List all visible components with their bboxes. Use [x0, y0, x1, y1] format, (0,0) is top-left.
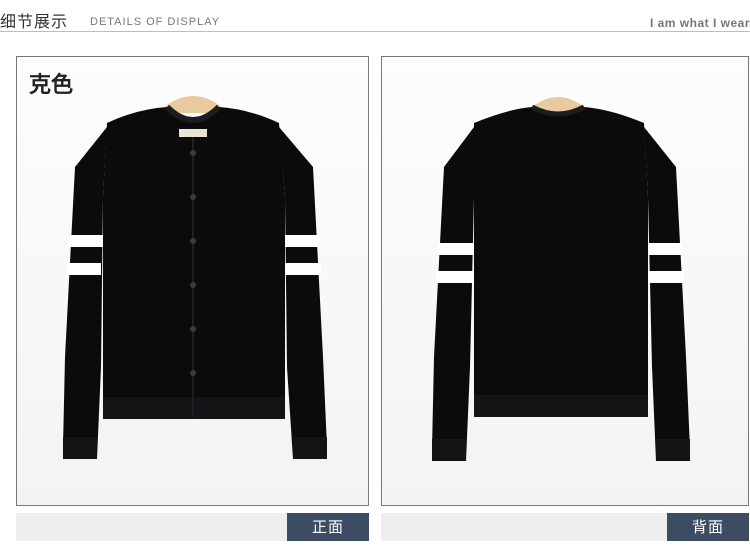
header-divider [0, 31, 750, 32]
front-view-panel: 克色 [16, 56, 369, 506]
back-view-tag: 背面 [667, 513, 749, 541]
front-cardigan-image [63, 96, 327, 459]
section-title: 细节展示 [0, 12, 69, 31]
front-view-tag: 正面 [287, 513, 369, 541]
back-view-panel [381, 56, 749, 506]
section-subtitle: DETAILS OF DISPLAY [90, 16, 221, 28]
page-header: 细节展示 DETAILS OF DISPLAY I am what I wear [0, 0, 750, 32]
front-caption-bar: 正面 [16, 513, 369, 541]
color-label: 克色 [29, 73, 74, 98]
brand-slogan: I am what I wear [649, 16, 750, 30]
back-cardigan-image [432, 97, 690, 461]
back-caption-bar: 背面 [381, 513, 749, 541]
